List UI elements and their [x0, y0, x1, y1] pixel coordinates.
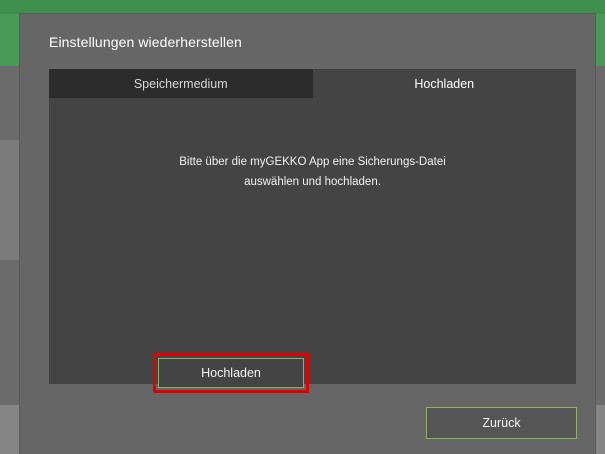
background-app-footer: [0, 405, 20, 454]
instruction-line-2: auswählen und hochladen.: [244, 176, 381, 188]
background-app-footer: [595, 405, 605, 454]
back-button[interactable]: Zurück: [426, 407, 577, 439]
upload-instructions: Bitte über die myGEKKO App eine Sicherun…: [49, 152, 576, 192]
upload-button[interactable]: Hochladen: [158, 358, 304, 388]
upload-panel: Bitte über die myGEKKO App eine Sicherun…: [49, 98, 576, 393]
restore-settings-dialog: Einstellungen wiederherstellen Speicherm…: [20, 14, 595, 454]
tab-storage-medium[interactable]: Speichermedium: [49, 69, 313, 98]
background-app-tile: [0, 14, 20, 66]
background-app-header: [0, 0, 605, 14]
tab-bar: Speichermedium Hochladen: [49, 69, 576, 98]
background-app-tile: [595, 14, 605, 66]
dialog-title: Einstellungen wiederherstellen: [49, 34, 242, 50]
instruction-line-1: Bitte über die myGEKKO App eine Sicherun…: [179, 156, 446, 168]
background-app-panel: [0, 140, 20, 260]
tab-upload[interactable]: Hochladen: [312, 69, 576, 98]
screen: Einstellungen wiederherstellen Speicherm…: [0, 0, 605, 454]
